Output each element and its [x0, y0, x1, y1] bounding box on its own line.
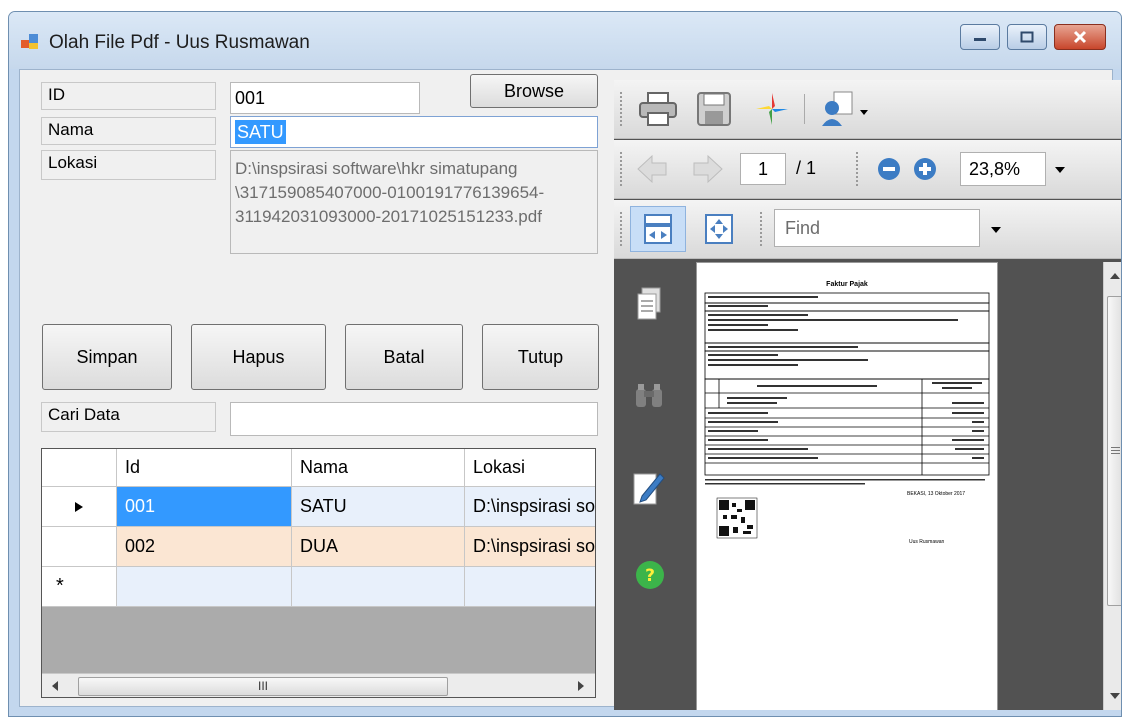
zoom-in-icon[interactable] — [912, 156, 938, 182]
grid-header-nama[interactable]: Nama — [292, 449, 465, 487]
next-page-icon[interactable] — [692, 154, 724, 184]
previous-page-icon[interactable] — [636, 154, 668, 184]
pdf-viewer: 1 / 1 23,8% Find ? Faktur Pajak BEKASI, … — [614, 80, 1121, 710]
nama-selected-text: SATU — [235, 120, 286, 144]
zoom-dropdown-icon[interactable] — [1054, 166, 1066, 174]
id-label: ID — [41, 82, 216, 110]
scroll-left-icon[interactable] — [50, 680, 60, 692]
new-row-marker[interactable]: * — [42, 567, 117, 607]
lokasi-label: Lokasi — [41, 150, 216, 180]
close-button[interactable] — [1054, 24, 1106, 50]
hapus-button[interactable]: Hapus — [191, 324, 326, 390]
share-user-icon[interactable] — [820, 90, 870, 128]
maximize-icon — [1020, 31, 1034, 43]
grid-hscrollbar[interactable]: III — [42, 673, 595, 697]
row-header[interactable] — [42, 527, 117, 567]
save-icon[interactable] — [696, 91, 732, 127]
pdf-vscrollbar[interactable] — [1103, 262, 1121, 710]
maximize-button[interactable] — [1007, 24, 1047, 50]
minimize-icon — [974, 38, 986, 41]
nama-label: Nama — [41, 117, 216, 145]
pdf-page-preview[interactable]: Faktur Pajak BEKASI, 13 Oktober 2017 Uus… — [696, 262, 998, 710]
acrobat-star-icon[interactable] — [754, 91, 790, 127]
grid-cell-id[interactable]: 001 — [117, 487, 292, 527]
cari-data-label: Cari Data — [41, 402, 216, 432]
search-binoculars-icon[interactable] — [634, 383, 664, 409]
grid-header-id[interactable]: Id — [117, 449, 292, 487]
find-dropdown-icon[interactable] — [990, 226, 1002, 234]
zoom-level-input[interactable]: 23,8% — [960, 152, 1046, 186]
grid-cell-lokasi[interactable]: D:\inspsirasi so — [465, 527, 595, 567]
grid-corner-header — [42, 449, 117, 487]
fit-width-button[interactable] — [630, 206, 686, 252]
find-input[interactable]: Find — [774, 209, 980, 247]
hscroll-grip: III — [257, 679, 268, 693]
tutup-button[interactable]: Tutup — [482, 324, 599, 390]
lokasi-line-3: 311942031093000-20171025151233.pdf — [235, 207, 542, 226]
scroll-down-icon[interactable] — [1109, 692, 1121, 700]
pages-panel-icon[interactable] — [636, 287, 662, 321]
window-title: Olah File Pdf - Uus Rusmawan — [49, 32, 310, 53]
pdf-toolbar-view: Find — [614, 200, 1121, 259]
cari-data-input[interactable] — [230, 402, 598, 436]
signature-pen-icon[interactable] — [632, 470, 666, 506]
id-input[interactable]: 001 — [230, 82, 420, 114]
app-icon — [21, 34, 38, 49]
batal-button[interactable]: Batal — [345, 324, 463, 390]
data-grid[interactable]: Id Nama Lokasi 001 SATU D:\inspsirasi so… — [41, 448, 596, 698]
lokasi-line-1: D:\inspsirasi software\hkr simatupang — [235, 159, 518, 178]
lokasi-textarea[interactable]: D:\inspsirasi software\hkr simatupang \3… — [230, 150, 598, 254]
toolbar-grip — [760, 212, 765, 246]
zoom-out-icon[interactable] — [876, 156, 902, 182]
toolbar-grip — [620, 152, 625, 186]
grid-cell-lokasi[interactable]: D:\inspsirasi so — [465, 487, 595, 527]
simpan-button[interactable]: Simpan — [42, 324, 172, 390]
vscroll-grip — [1111, 447, 1120, 448]
grid-cell-id[interactable]: 002 — [117, 527, 292, 567]
close-icon — [1073, 30, 1087, 44]
current-row-arrow-icon — [75, 501, 83, 512]
invoice-content-graphic — [704, 292, 990, 539]
nama-input[interactable]: SATU — [230, 116, 598, 148]
toolbar-grip — [856, 152, 861, 186]
print-icon[interactable] — [638, 91, 678, 127]
toolbar-grip — [620, 92, 625, 126]
fit-page-icon[interactable] — [704, 213, 734, 245]
fit-width-icon — [644, 214, 672, 244]
new-row-cell-lokasi[interactable] — [465, 567, 595, 607]
lokasi-line-2: \317159085407000-0100191776139654- — [235, 183, 545, 202]
new-row-cell-nama[interactable] — [292, 567, 465, 607]
minimize-button[interactable] — [960, 24, 1000, 50]
scroll-right-icon[interactable] — [576, 680, 586, 692]
svg-text:?: ? — [645, 566, 655, 586]
hscroll-thumb[interactable]: III — [78, 677, 448, 696]
pdf-toolbar-navigation: 1 / 1 23,8% — [614, 140, 1121, 199]
scroll-up-icon[interactable] — [1109, 272, 1121, 280]
title-bar[interactable]: Olah File Pdf - Uus Rusmawan — [9, 12, 1121, 69]
row-header-current[interactable] — [42, 487, 117, 527]
grid-cell-nama[interactable]: SATU — [292, 487, 465, 527]
browse-button[interactable]: Browse — [470, 74, 598, 108]
page-number-input[interactable]: 1 — [740, 153, 786, 185]
vscroll-thumb[interactable] — [1107, 296, 1121, 606]
invoice-place-date: BEKASI, 13 Oktober 2017 — [907, 491, 966, 497]
toolbar-grip — [620, 212, 625, 246]
pdf-toolbar-file — [614, 80, 1121, 139]
new-row-cell-id[interactable] — [117, 567, 292, 607]
grid-header-lokasi[interactable]: Lokasi — [465, 449, 595, 487]
toolbar-separator — [804, 94, 805, 124]
invoice-signer: Uus Rusmawan — [909, 539, 945, 545]
page-total-label: / 1 — [796, 158, 817, 178]
help-icon[interactable]: ? — [635, 560, 665, 590]
app-window: Olah File Pdf - Uus Rusmawan ID Nama Lok… — [8, 11, 1122, 717]
grid-cell-nama[interactable]: DUA — [292, 527, 465, 567]
